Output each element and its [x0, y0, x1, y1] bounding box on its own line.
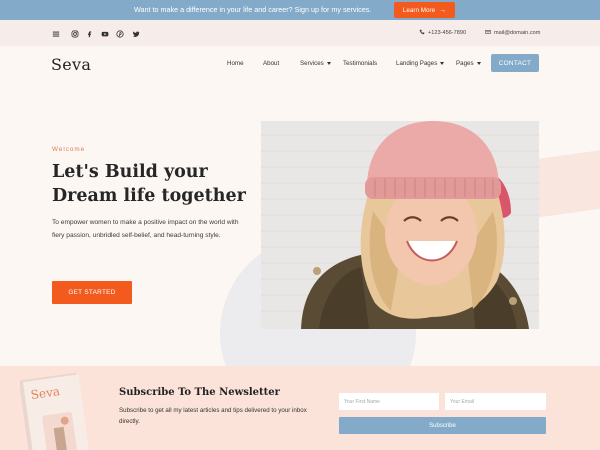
email-input[interactable] — [445, 393, 546, 410]
newsletter-description: Subscribe to get all my latest articles … — [119, 407, 307, 425]
subscribe-button[interactable]: Subscribe — [339, 417, 546, 434]
phone-icon — [419, 29, 425, 37]
instagram-icon[interactable] — [71, 29, 79, 38]
twitter-icon[interactable] — [132, 29, 140, 38]
announcement-text: Want to make a difference in your life a… — [134, 5, 372, 14]
learn-more-label: Learn More — [402, 6, 436, 14]
nav-landing-pages[interactable]: Landing Pages — [396, 60, 445, 67]
nav-pages-label: Pages — [456, 60, 474, 67]
hero-eyebrow: Welcome — [52, 146, 86, 153]
nav-home-label: Home — [227, 60, 244, 67]
menu-icon[interactable] — [51, 29, 60, 38]
nav-pages[interactable]: Pages — [456, 60, 481, 67]
nav-services-label: Services — [300, 60, 324, 67]
nav-testimonials-label: Testimonials — [343, 60, 378, 67]
hero-headline-line-2: Dream life together — [52, 186, 246, 206]
email-contact[interactable]: mail@domain.com — [485, 28, 540, 38]
nav-about-label: About — [263, 60, 280, 67]
arrow-right-icon: → — [439, 6, 447, 14]
nav-landing-pages-label: Landing Pages — [396, 60, 438, 67]
nav-home[interactable]: Home — [227, 60, 244, 67]
pinterest-icon[interactable] — [116, 29, 124, 38]
hero-description: To empower women to make a positive impa… — [52, 219, 239, 239]
nav-services[interactable]: Services — [300, 60, 331, 67]
booklet-image: Seva — [20, 366, 90, 450]
phone-number: +123-456-7890 — [428, 30, 467, 36]
hero-photo — [261, 121, 539, 329]
youtube-icon[interactable] — [100, 29, 109, 38]
nav-about[interactable]: About — [263, 60, 279, 67]
learn-more-button[interactable]: Learn More → — [394, 2, 455, 18]
site-logo[interactable]: Seva — [51, 55, 91, 74]
hero-headline-line-1: Let's Build your — [52, 162, 208, 182]
mail-icon — [485, 29, 491, 37]
get-started-button[interactable]: GET STARTED — [52, 281, 132, 304]
email-address: mail@domain.com — [494, 30, 541, 36]
first-name-input[interactable] — [339, 393, 439, 410]
facebook-icon[interactable] — [86, 29, 93, 38]
nav-testimonials[interactable]: Testimonials — [343, 60, 377, 67]
chevron-down-icon — [440, 62, 445, 65]
phone-contact[interactable]: +123-456-7890 — [419, 28, 466, 38]
chevron-down-icon — [326, 62, 331, 65]
newsletter-title: Subscribe To The Newsletter — [119, 387, 280, 398]
chevron-down-icon — [476, 62, 481, 65]
contact-button[interactable]: CONTACT — [491, 54, 539, 72]
hero-headline: Let's Build your Dream life together — [52, 160, 252, 208]
